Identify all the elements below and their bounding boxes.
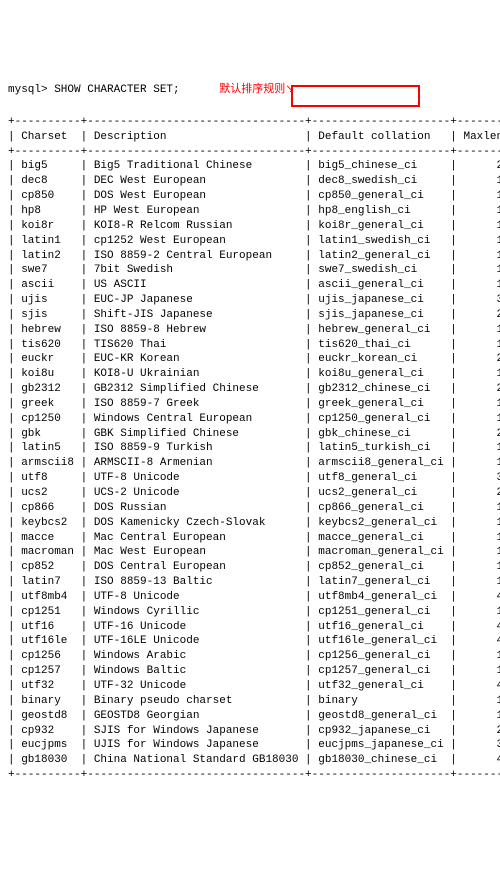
- prompt-line: mysql> SHOW CHARACTER SET; 默认排序规则↘: [8, 82, 500, 98]
- annotation-text: 默认排序规则: [219, 83, 285, 95]
- sql-prompt: mysql> SHOW CHARACTER SET;: [8, 84, 180, 96]
- result-table: +----------+----------------------------…: [8, 115, 500, 783]
- terminal-output: mysql> SHOW CHARACTER SET; 默认排序规则↘ +----…: [8, 67, 500, 812]
- highlight-box: [291, 85, 420, 107]
